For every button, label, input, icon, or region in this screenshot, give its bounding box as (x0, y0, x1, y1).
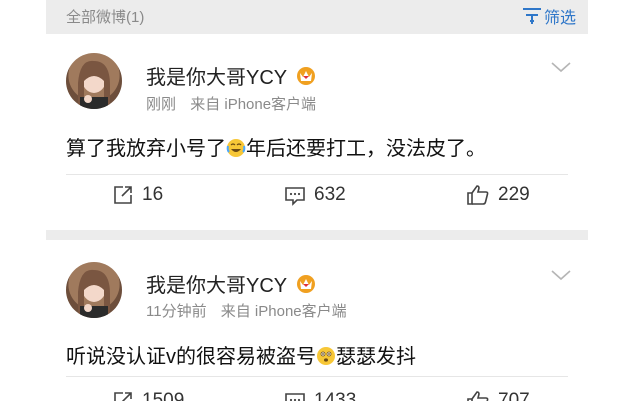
username-text: 我是你大哥YCY (146, 275, 287, 297)
thumbs-up-icon (467, 391, 489, 401)
post-text-part1: 听说没认证v的很容易被盗号 (66, 346, 316, 368)
post-meta: 刚刚 来自 iPhone客户端 (146, 93, 316, 114)
repost-button[interactable]: 16 (112, 184, 163, 206)
divider (66, 376, 568, 377)
username[interactable]: 我是你大哥YCY (146, 269, 316, 298)
post-text-part1: 算了我放弃小号了 (66, 138, 226, 160)
post-content: 算了我放弃小号了 年后还要打工，没法皮了。 (66, 132, 486, 161)
comment-count: 632 (314, 184, 346, 205)
post-time: 11分钟前 (146, 303, 207, 320)
comment-count: 1433 (314, 390, 357, 401)
divider (66, 174, 568, 175)
comment-button[interactable]: 1433 (284, 390, 356, 401)
repost-count: 16 (142, 184, 164, 205)
filter-icon (522, 8, 541, 24)
comment-icon (285, 187, 305, 206)
like-button[interactable]: 229 (466, 184, 530, 206)
crying-laughing-emoji-icon (226, 139, 246, 157)
avatar[interactable] (66, 53, 122, 109)
post-source: 来自 iPhone客户端 (190, 96, 317, 113)
comment-icon (285, 393, 305, 401)
chevron-down-icon[interactable] (550, 60, 572, 74)
filter-button[interactable]: 筛选 (522, 4, 576, 28)
vip-crown-icon (297, 67, 316, 85)
chevron-down-icon[interactable] (550, 268, 572, 282)
all-posts-title: 全部微博(1) (66, 9, 145, 26)
comment-button[interactable]: 632 (284, 184, 346, 206)
post-card[interactable]: 我是你大哥YCY 11分钟前 来自 iPhone客户端 听说没认证v的很容易被盗… (46, 240, 588, 401)
post-time: 刚刚 (146, 96, 177, 113)
post-meta: 11分钟前 来自 iPhone客户端 (146, 300, 347, 321)
thumbs-up-icon (467, 185, 489, 205)
post-source: 来自 iPhone客户端 (220, 303, 347, 320)
username[interactable]: 我是你大哥YCY (146, 61, 316, 90)
feed-header: 全部微博(1) 筛选 (46, 0, 588, 30)
repost-icon (114, 392, 132, 401)
repost-icon (114, 186, 132, 204)
weibo-feed-page: 全部微博(1) 筛选 我是你大哥YCY 刚刚 来自 iPhone客户端 算了我放… (0, 0, 640, 401)
post-card[interactable]: 我是你大哥YCY 刚刚 来自 iPhone客户端 算了我放弃小号了 年后还要打工… (46, 34, 588, 230)
post-text-part2: 瑟瑟发抖 (336, 346, 416, 368)
repost-button[interactable]: 1509 (112, 390, 184, 401)
like-count: 707 (498, 390, 530, 401)
shocked-emoji-icon (317, 347, 335, 365)
like-button[interactable]: 707 (466, 390, 530, 401)
post-content: 听说没认证v的很容易被盗号 瑟瑟发抖 (66, 340, 416, 369)
like-count: 229 (498, 184, 530, 205)
filter-label: 筛选 (543, 10, 576, 27)
vip-crown-icon (297, 275, 316, 293)
repost-count: 1509 (142, 390, 185, 401)
post-actions: 16 632 229 (46, 184, 588, 214)
post-actions: 1509 1433 707 (46, 390, 588, 401)
post-text-part2: 年后还要打工，没法皮了。 (246, 138, 486, 160)
avatar[interactable] (66, 262, 122, 318)
username-text: 我是你大哥YCY (146, 67, 287, 89)
